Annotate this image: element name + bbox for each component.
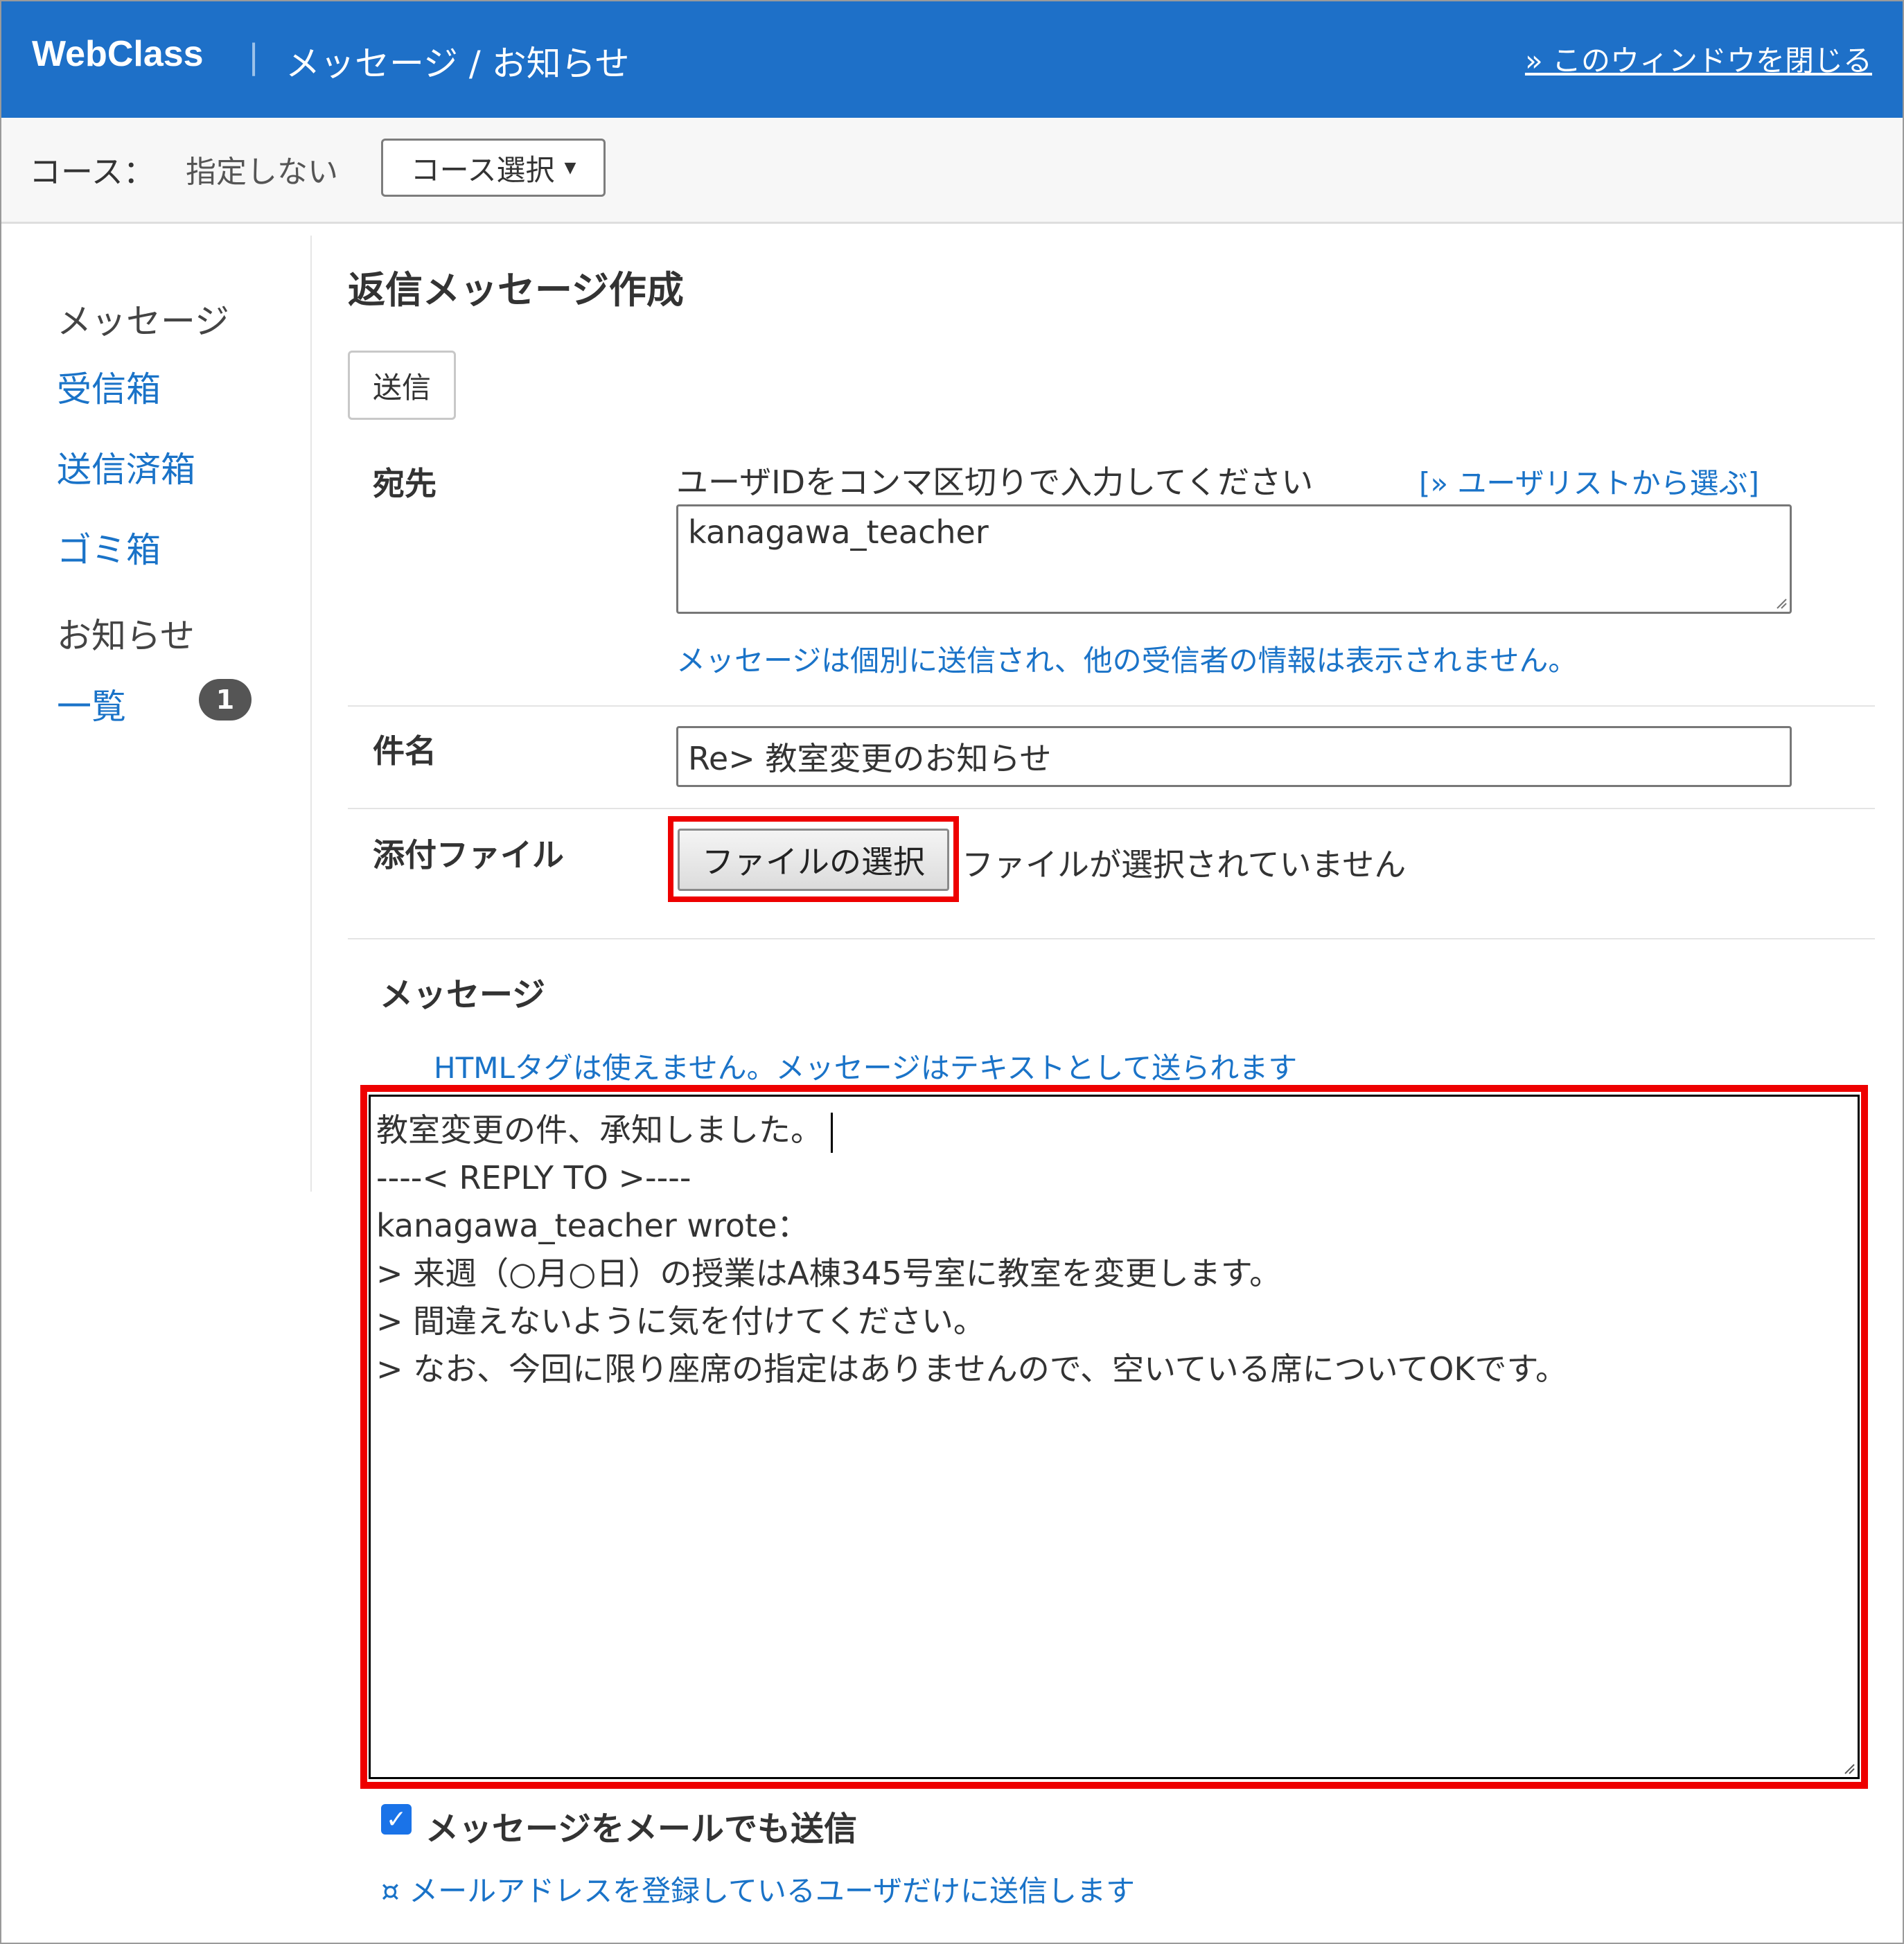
divider — [348, 705, 1875, 707]
message-label: メッセージ — [380, 975, 546, 1014]
message-quoted-text: ----< REPLY TO >---- kanagawa_teacher wr… — [376, 1159, 1567, 1388]
course-value: 指定しない — [186, 154, 338, 190]
caret-down-icon: ▼ — [564, 159, 576, 177]
email-checkbox-label[interactable]: メッセージをメールでも送信 — [425, 1801, 857, 1850]
message-textarea[interactable]: 教室変更の件、承知しました。 ----< REPLY TO >---- kana… — [369, 1095, 1860, 1779]
divider — [348, 938, 1875, 939]
file-select-button[interactable]: ファイルの選択 — [678, 829, 949, 891]
sidebar-item-inbox[interactable]: 受信箱 — [57, 362, 161, 412]
user-list-link[interactable]: [» ユーザリストから選ぶ] — [1419, 460, 1759, 502]
subject-field[interactable]: Re> 教室変更のお知らせ — [676, 726, 1792, 787]
file-status: ファイルが選択されていません — [962, 846, 1407, 883]
brand-logo: WebClass — [32, 34, 204, 74]
message-hint: HTMLタグは使えません。メッセージはテキストとして送られます — [434, 1051, 1298, 1085]
course-select-button[interactable]: コース選択 ▼ — [381, 139, 606, 197]
attachment-label: 添付ファイル — [373, 836, 564, 874]
sidebar-item-notice-list[interactable]: 一覧 1 — [57, 679, 279, 727]
resize-handle-icon[interactable] — [1774, 597, 1787, 609]
sidebar-item-sent[interactable]: 送信済箱 — [57, 442, 195, 492]
resize-handle-icon[interactable] — [1842, 1762, 1855, 1774]
email-checkbox[interactable]: ✓ — [381, 1804, 412, 1835]
subject-value: Re> 教室変更のお知らせ — [688, 740, 1052, 777]
sidebar-item-label: 一覧 — [57, 687, 126, 727]
to-label: 宛先 — [373, 465, 437, 502]
text-cursor — [831, 1112, 833, 1153]
course-bar: コース： 指定しない コース選択 ▼ — [1, 118, 1903, 224]
unread-count-badge: 1 — [199, 679, 252, 721]
app-header: WebClass | メッセージ / お知らせ » このウィンドウを閉じる — [1, 1, 1903, 118]
message-first-line: 教室変更の件、承知しました。 — [376, 1111, 822, 1149]
to-hint: ユーザIDをコンマ区切りで入力してください — [676, 463, 1314, 501]
course-select-label: コース選択 — [410, 152, 555, 187]
to-field[interactable]: kanagawa_teacher — [676, 504, 1792, 614]
to-value: kanagawa_teacher — [688, 513, 989, 551]
to-note: メッセージは個別に送信され、他の受信者の情報は表示されません。 — [676, 644, 1578, 678]
divider — [348, 808, 1875, 809]
subject-label: 件名 — [373, 732, 437, 770]
sidebar-heading-message: メッセージ — [57, 301, 229, 342]
header-title: メッセージ / お知らせ — [285, 44, 630, 84]
email-note: ¤ メールアドレスを登録しているユーザだけに送信します — [381, 1874, 1135, 1908]
send-button[interactable]: 送信 — [348, 351, 456, 420]
header-separator: | — [248, 37, 260, 76]
course-label: コース： — [29, 153, 155, 191]
sidebar-heading-notice: お知らせ — [57, 616, 195, 656]
checkmark-icon: ✓ — [385, 1805, 407, 1834]
close-window-link[interactable]: » このウィンドウを閉じる — [1525, 37, 1872, 80]
page-title: 返信メッセージ作成 — [348, 268, 684, 312]
sidebar-item-trash[interactable]: ゴミ箱 — [57, 522, 161, 572]
sidebar: メッセージ 受信箱 送信済箱 ゴミ箱 お知らせ 一覧 1 — [0, 236, 312, 1192]
